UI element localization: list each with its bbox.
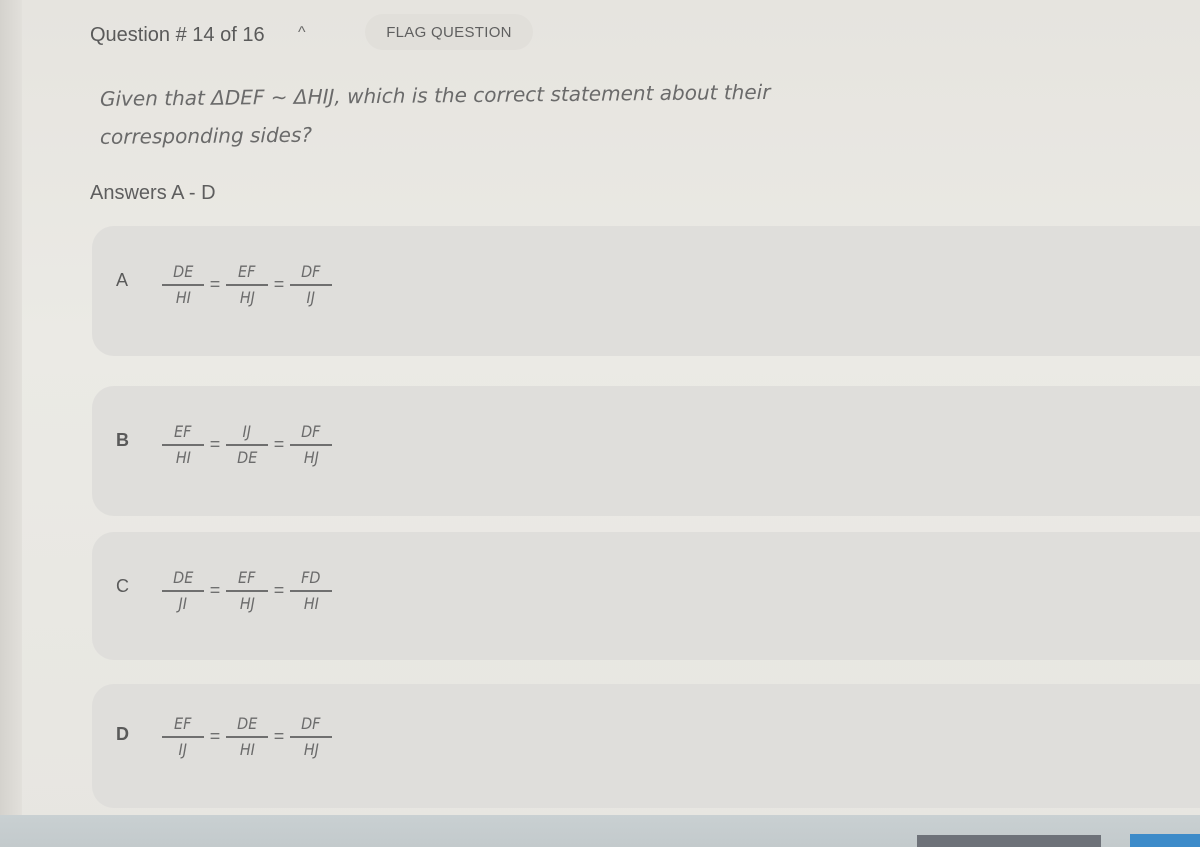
option-letter: C xyxy=(116,576,129,596)
ratio-expression: DE JI = EF HJ = FD HI xyxy=(162,568,332,614)
option-letter: A xyxy=(116,270,129,290)
denominator: JI xyxy=(178,593,188,613)
fraction: EF HI xyxy=(162,422,204,468)
fraction-bar xyxy=(162,284,204,286)
option-letter: D xyxy=(116,724,129,744)
numerator: DE xyxy=(236,714,258,733)
fraction-bar xyxy=(226,736,268,738)
numerator: EF xyxy=(238,568,256,587)
fraction: DE HI xyxy=(162,262,204,308)
fraction: EF HJ xyxy=(226,262,268,308)
equals-sign: = xyxy=(273,434,285,455)
answer-option-c[interactable]: C DE JI = EF HJ = FD HI xyxy=(92,532,1200,660)
fraction-bar xyxy=(226,284,268,286)
numerator: DE xyxy=(172,568,194,587)
fraction: IJ DE xyxy=(226,422,268,468)
fraction: DF HJ xyxy=(290,714,332,760)
fraction-bar xyxy=(162,736,204,738)
answer-option-b[interactable]: B EF HI = IJ DE = DF HJ xyxy=(92,386,1200,516)
chevron-up-icon[interactable]: ^ xyxy=(298,24,306,42)
denominator: HI xyxy=(239,739,255,759)
fraction-bar xyxy=(226,590,268,592)
numerator: EF xyxy=(174,714,192,733)
equals-sign: = xyxy=(209,274,221,295)
fraction-bar xyxy=(290,444,332,446)
primary-nav-button[interactable] xyxy=(1130,834,1200,847)
denominator: IJ xyxy=(178,739,188,759)
fraction-bar xyxy=(290,590,332,592)
secondary-nav-button[interactable] xyxy=(917,835,1101,847)
denominator: HJ xyxy=(239,287,255,307)
ratio-expression: DE HI = EF HJ = DF IJ xyxy=(162,262,332,308)
question-header: Question # 14 of 16 ^ FLAG QUESTION xyxy=(90,14,533,54)
fraction: DF HJ xyxy=(290,422,332,468)
fraction-bar xyxy=(290,284,332,286)
bottom-bar xyxy=(0,815,1200,847)
equals-sign: = xyxy=(209,434,221,455)
numerator: EF xyxy=(174,422,192,441)
equals-sign: = xyxy=(209,580,221,601)
fraction: EF IJ xyxy=(162,714,204,760)
flag-question-button[interactable]: FLAG QUESTION xyxy=(365,14,533,50)
window-edge xyxy=(0,0,22,815)
denominator: HJ xyxy=(239,593,255,613)
fraction: FD HI xyxy=(290,568,332,614)
equals-sign: = xyxy=(273,726,285,747)
numerator: DF xyxy=(301,714,321,733)
fraction: DE JI xyxy=(162,568,204,614)
answers-label: Answers A - D xyxy=(90,182,216,204)
equals-sign: = xyxy=(273,580,285,601)
numerator: IJ xyxy=(242,422,252,441)
ratio-expression: EF HI = IJ DE = DF HJ xyxy=(162,422,332,468)
ratio-expression: EF IJ = DE HI = DF HJ xyxy=(162,714,332,760)
denominator: HI xyxy=(175,447,191,467)
denominator: IJ xyxy=(306,287,316,307)
numerator: DF xyxy=(301,422,321,441)
numerator: FD xyxy=(301,568,321,587)
fraction: EF HJ xyxy=(226,568,268,614)
fraction: DE HI xyxy=(226,714,268,760)
question-text: Given that ΔDEF ~ ΔHIJ, which is the cor… xyxy=(100,79,771,149)
answer-option-d[interactable]: D EF IJ = DE HI = DF HJ xyxy=(92,684,1200,808)
fraction-bar xyxy=(162,590,204,592)
fraction-bar xyxy=(162,444,204,446)
answer-option-a[interactable]: A DE HI = EF HJ = DF IJ xyxy=(92,226,1200,356)
option-letter: B xyxy=(116,430,129,450)
equals-sign: = xyxy=(209,726,221,747)
fraction-bar xyxy=(290,736,332,738)
denominator: HJ xyxy=(303,447,319,467)
equals-sign: = xyxy=(273,274,285,295)
fraction: DF IJ xyxy=(290,262,332,308)
denominator: HI xyxy=(175,287,191,307)
denominator: HJ xyxy=(303,739,319,759)
denominator: DE xyxy=(236,447,258,467)
question-counter: Question # 14 of 16 xyxy=(90,24,265,46)
numerator: EF xyxy=(238,262,256,281)
numerator: DF xyxy=(301,262,321,281)
numerator: DE xyxy=(172,262,194,281)
fraction-bar xyxy=(226,444,268,446)
denominator: HI xyxy=(303,593,319,613)
